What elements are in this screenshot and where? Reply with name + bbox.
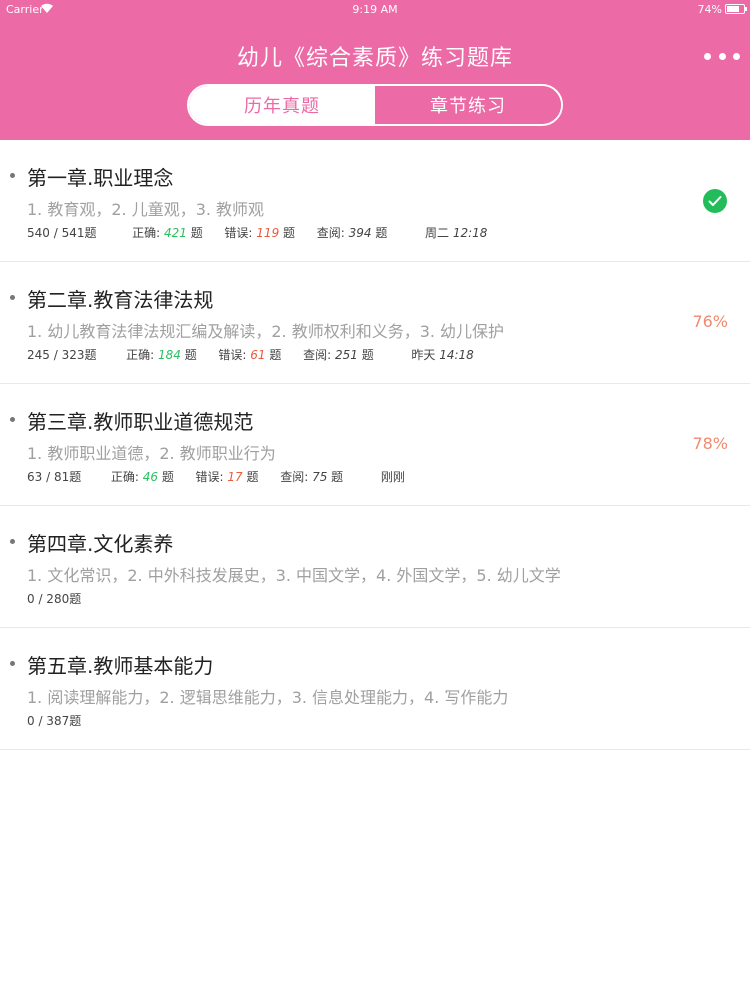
- unit-label: 题: [190, 226, 203, 240]
- error-count: 17: [227, 470, 243, 484]
- chapter-title: 第一章.职业理念: [27, 166, 174, 190]
- view-count: 394: [348, 226, 372, 240]
- chapter-subtitle: 1. 教育观，2. 儿童观，3. 教师观: [27, 200, 265, 219]
- page-title: 幼儿《综合素质》练习题库: [236, 46, 513, 71]
- correct-label: 正确:: [110, 470, 139, 484]
- view-count: 251: [334, 348, 358, 362]
- chapter-title: 第五章.教师基本能力: [27, 654, 214, 678]
- bullet-icon: [10, 539, 15, 544]
- view-label: 查阅:: [303, 348, 332, 362]
- correct-count: 184: [158, 348, 181, 362]
- time-value: 14:18: [439, 348, 474, 362]
- unit-label: 题: [361, 348, 374, 362]
- unit-label: 题: [331, 470, 344, 484]
- chapter-title: 第四章.文化素养: [27, 532, 174, 556]
- correct-count: 46: [142, 470, 159, 484]
- bullet-icon: [10, 295, 15, 300]
- bullet-icon: [10, 661, 15, 666]
- more-dot: [733, 52, 740, 60]
- status-time: 9:19 AM: [352, 3, 398, 16]
- tab-past-exams[interactable]: 历年真题: [189, 86, 375, 124]
- error-label: 错误:: [195, 470, 224, 484]
- view-label: 查阅:: [316, 226, 345, 240]
- error-label: 错误:: [224, 226, 253, 240]
- time-prefix: 周二: [424, 226, 449, 240]
- header: Carrier 9:19 AM 74% 幼儿《综合素质》练习题库 历年真题 章节…: [0, 0, 750, 140]
- unit-label: 题: [246, 470, 259, 484]
- unit-label: 题: [269, 348, 282, 362]
- chapter-subtitle: 1. 文化常识，2. 中外科技发展史，3. 中国文学，4. 外国文学，5. 幼儿…: [27, 566, 561, 585]
- completion-percent: 78%: [692, 434, 728, 453]
- unit-label: 题: [375, 226, 388, 240]
- correct-label: 正确:: [126, 348, 155, 362]
- check-icon: [703, 189, 727, 213]
- chapter-list: 第一章.职业理念 1. 教育观，2. 儿童观，3. 教师观 540 / 541题…: [0, 140, 750, 750]
- chapter-subtitle: 1. 幼儿教育法律法规汇编及解读，2. 教师权利和义务，3. 幼儿保护: [27, 322, 505, 341]
- chapter-row-1[interactable]: 第一章.职业理念 1. 教育观，2. 儿童观，3. 教师观 540 / 541题…: [0, 140, 750, 262]
- view-count: 75: [312, 470, 328, 484]
- chapter-stats: 0 / 387题: [27, 712, 81, 729]
- chapter-progress: 63 / 81题: [27, 470, 82, 484]
- time-prefix: 刚刚: [380, 470, 405, 484]
- view-label: 查阅:: [280, 470, 309, 484]
- chapter-subtitle: 1. 阅读理解能力，2. 逻辑思维能力，3. 信息处理能力，4. 写作能力: [27, 688, 509, 707]
- more-dot: [718, 52, 726, 60]
- correct-label: 正确:: [132, 226, 161, 240]
- chapter-progress: 0 / 280题: [27, 592, 82, 606]
- correct-count: 421: [164, 226, 187, 240]
- error-count: 61: [250, 348, 266, 362]
- battery-fill: [727, 6, 739, 12]
- unit-label: 题: [161, 470, 174, 484]
- chapter-stats: 540 / 541题 正确: 421 题 错误: 119 题 查阅: 394 题…: [27, 224, 487, 241]
- chapter-row-3[interactable]: 第三章.教师职业道德规范 1. 教师职业道德，2. 教师职业行为 63 / 81…: [0, 384, 750, 506]
- status-bar: Carrier 9:19 AM 74%: [0, 0, 750, 20]
- chapter-title: 第二章.教育法律法规: [27, 288, 214, 312]
- chapter-progress: 540 / 541题: [27, 226, 97, 240]
- segmented-control: 历年真题 章节练习: [187, 84, 563, 126]
- error-label: 错误:: [218, 348, 247, 362]
- chapter-subtitle: 1. 教师职业道德，2. 教师职业行为: [27, 444, 276, 463]
- unit-label: 题: [283, 226, 296, 240]
- chapter-row-4[interactable]: 第四章.文化素养 1. 文化常识，2. 中外科技发展史，3. 中国文学，4. 外…: [0, 506, 750, 628]
- time-value: 12:18: [452, 226, 488, 240]
- more-dots-icon[interactable]: [704, 46, 740, 66]
- bullet-icon: [10, 173, 15, 178]
- chapter-row-2[interactable]: 第二章.教育法律法规 1. 幼儿教育法律法规汇编及解读，2. 教师权利和义务，3…: [0, 262, 750, 384]
- battery-icon: [725, 4, 747, 14]
- chapter-progress: 0 / 387题: [27, 714, 82, 728]
- chapter-progress: 245 / 323题: [27, 348, 97, 362]
- unit-label: 题: [184, 348, 197, 362]
- bullet-icon: [10, 417, 15, 422]
- chapter-stats: 0 / 280题: [27, 590, 81, 607]
- completion-percent: 76%: [692, 312, 728, 331]
- chapter-stats: 63 / 81题 正确: 46 题 错误: 17 题 查阅: 75 题 刚刚: [27, 468, 405, 485]
- more-dot: [704, 52, 711, 60]
- time-prefix: 昨天: [411, 348, 436, 362]
- chapter-title: 第三章.教师职业道德规范: [27, 410, 254, 434]
- chapter-row-5[interactable]: 第五章.教师基本能力 1. 阅读理解能力，2. 逻辑思维能力，3. 信息处理能力…: [0, 628, 750, 750]
- tab-chapter-practice[interactable]: 章节练习: [375, 86, 561, 124]
- battery-percent: 74%: [697, 3, 722, 16]
- chapter-stats: 245 / 323题 正确: 184 题 错误: 61 题 查阅: 251 题 …: [27, 346, 474, 363]
- error-count: 119: [256, 226, 280, 240]
